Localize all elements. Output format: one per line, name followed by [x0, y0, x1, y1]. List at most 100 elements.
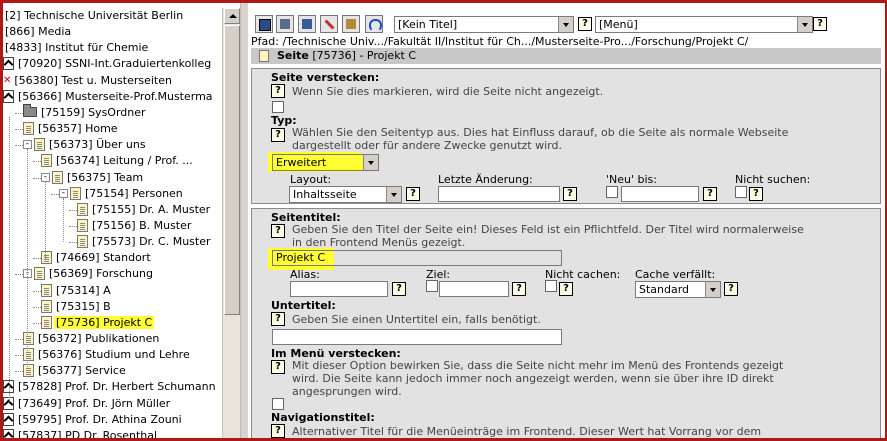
- tree-item[interactable]: [57828] Prof. Dr. Herbert Schumann: [3, 379, 218, 395]
- tree-item-label[interactable]: [2] Technische Universität Berlin: [3, 9, 185, 22]
- type-select[interactable]: Erweitert: [272, 154, 379, 171]
- save-icon[interactable]: [255, 15, 273, 33]
- help-icon[interactable]: ?: [271, 424, 285, 438]
- tree-item-label[interactable]: [56366] Musterseite-Prof.Musterma: [16, 90, 215, 103]
- frame-divider[interactable]: [240, 0, 248, 441]
- save-and-close-icon[interactable]: [298, 15, 316, 33]
- page-icon[interactable]: [41, 283, 52, 297]
- tree-item-label[interactable]: [75315] B: [54, 300, 113, 313]
- page-icon[interactable]: [23, 363, 34, 377]
- menu-select[interactable]: [Menü]: [595, 16, 813, 33]
- page-icon[interactable]: [34, 266, 45, 280]
- target-input[interactable]: [439, 281, 509, 297]
- cache-expires-select[interactable]: Standard: [635, 281, 721, 298]
- page-icon[interactable]: [41, 250, 52, 264]
- page-icon[interactable]: [34, 137, 45, 151]
- tree-item-label[interactable]: [75573] Dr. C. Muster: [90, 235, 213, 248]
- shortcut-page-icon[interactable]: [3, 428, 14, 441]
- tree-item[interactable]: ✕ [56380] Test u. Musterseiten: [3, 73, 174, 89]
- tree-item-label[interactable]: [866] Media: [3, 25, 73, 38]
- page-icon[interactable]: [41, 299, 52, 313]
- tree-item[interactable]: [75159] SysOrdner: [23, 104, 148, 121]
- page-icon[interactable]: [52, 170, 63, 184]
- tree-item-label[interactable]: [57828] Prof. Dr. Herbert Schumann: [16, 380, 218, 393]
- help-icon[interactable]: ?: [406, 187, 420, 201]
- tree-item-label[interactable]: [74669] Standort: [54, 251, 153, 264]
- tree-item-label[interactable]: [75156] B. Muster: [90, 219, 193, 232]
- close-icon[interactable]: [320, 15, 338, 33]
- tree-item[interactable]: [73649] Prof. Dr. Jörn Müller: [3, 396, 172, 412]
- tree-item[interactable]: [74669] Standort: [41, 250, 153, 266]
- tree-item-label[interactable]: [57837] PD Dr. Rosenthal: [16, 429, 159, 441]
- tree-item[interactable]: [2] Technische Universität Berlin: [3, 8, 185, 24]
- help-icon[interactable]: ?: [271, 128, 285, 142]
- tree-item[interactable]: [59795] Prof. Dr. Athina Zouni: [3, 412, 184, 428]
- page-icon[interactable]: [23, 331, 34, 345]
- page-icon[interactable]: [77, 218, 88, 232]
- tree-item[interactable]: [56372] Publikationen: [23, 331, 161, 347]
- help-icon[interactable]: ?: [749, 187, 763, 201]
- collapse-toggle-icon[interactable]: -: [59, 188, 68, 198]
- new-until-checkbox[interactable]: [606, 186, 618, 198]
- tree-item-label[interactable]: [75159] SysOrdner: [39, 106, 148, 119]
- new-until-input[interactable]: [621, 186, 699, 202]
- tree-item-label[interactable]: [56373] Über uns: [47, 138, 148, 151]
- tree-item-label[interactable]: [56369] Forschung: [47, 267, 155, 280]
- tree-item-label[interactable]: [56377] Service: [36, 364, 128, 377]
- tree-item-label[interactable]: [56372] Publikationen: [36, 332, 161, 345]
- tree-item[interactable]: [56374] Leitung / Prof. ...: [41, 153, 195, 169]
- tree-item-label[interactable]: [56376] Studium und Lehre: [36, 348, 192, 361]
- subtitle-input[interactable]: [272, 329, 562, 345]
- hidden-page-icon[interactable]: ✕: [3, 73, 11, 89]
- shortcut-page-icon[interactable]: [3, 56, 14, 70]
- tree-item[interactable]: [70920] SSNI-Int.Graduiertenkolleg: [3, 56, 213, 72]
- chevron-down-icon[interactable]: [363, 155, 378, 170]
- delete-icon[interactable]: [342, 15, 360, 33]
- tree-item[interactable]: - [56369] Forschung: [23, 266, 155, 282]
- target-checkbox[interactable]: [426, 280, 438, 292]
- tree-item[interactable]: - [75154] Personen: [59, 186, 185, 202]
- shortcut-page-icon[interactable]: [3, 89, 14, 103]
- last-change-input[interactable]: [438, 186, 560, 202]
- tree-item[interactable]: [75155] Dr. A. Muster: [77, 202, 212, 218]
- help-icon[interactable]: ?: [578, 17, 592, 31]
- tree-item-label[interactable]: [75736] Projekt C: [54, 316, 155, 329]
- tree-item-label[interactable]: [75314] A: [54, 284, 113, 297]
- tree-item[interactable]: [56377] Service: [23, 363, 128, 379]
- tree-item[interactable]: [75156] B. Muster: [77, 218, 193, 234]
- help-icon[interactable]: ?: [813, 17, 827, 31]
- tree-item[interactable]: [75315] B: [41, 299, 113, 315]
- tree-item[interactable]: [75314] A: [41, 283, 113, 299]
- chevron-down-icon[interactable]: [797, 17, 812, 32]
- page-title-input[interactable]: Projekt C: [272, 250, 562, 266]
- page-icon[interactable]: [41, 153, 52, 167]
- help-icon[interactable]: ?: [271, 84, 285, 98]
- page-icon[interactable]: [41, 315, 52, 329]
- page-icon[interactable]: [77, 202, 88, 216]
- help-icon[interactable]: ?: [512, 282, 526, 296]
- tree-item[interactable]: [4833] Institut für Chemie: [3, 40, 150, 56]
- tree-item-label[interactable]: [59795] Prof. Dr. Athina Zouni: [16, 413, 184, 426]
- no-cache-checkbox[interactable]: [545, 280, 557, 292]
- page-icon[interactable]: [23, 121, 34, 135]
- page-icon[interactable]: [23, 347, 34, 361]
- collapse-toggle-icon[interactable]: -: [23, 139, 32, 149]
- tree-item-label[interactable]: [56357] Home: [36, 122, 120, 135]
- help-icon[interactable]: ?: [563, 187, 577, 201]
- chevron-down-icon[interactable]: [705, 282, 720, 297]
- collapse-toggle-icon[interactable]: -: [41, 172, 50, 182]
- tree-item-label[interactable]: [75154] Personen: [83, 187, 185, 200]
- tree-item[interactable]: [57837] PD Dr. Rosenthal: [3, 428, 159, 441]
- folder-icon[interactable]: [23, 104, 37, 117]
- chevron-down-icon[interactable]: [558, 17, 573, 32]
- alias-input[interactable]: [290, 281, 388, 297]
- save-and-view-icon[interactable]: [276, 15, 294, 33]
- no-search-checkbox[interactable]: [735, 186, 747, 198]
- help-icon[interactable]: ?: [724, 282, 738, 296]
- hide-in-menu-checkbox[interactable]: [272, 398, 284, 410]
- shortcut-page-icon[interactable]: [3, 412, 14, 426]
- chevron-down-icon[interactable]: [386, 187, 401, 202]
- tree-item-label[interactable]: [56380] Test u. Musterseiten: [12, 74, 174, 87]
- tree-item-label[interactable]: [4833] Institut für Chemie: [3, 41, 150, 54]
- tree-item-label[interactable]: [73649] Prof. Dr. Jörn Müller: [16, 397, 172, 410]
